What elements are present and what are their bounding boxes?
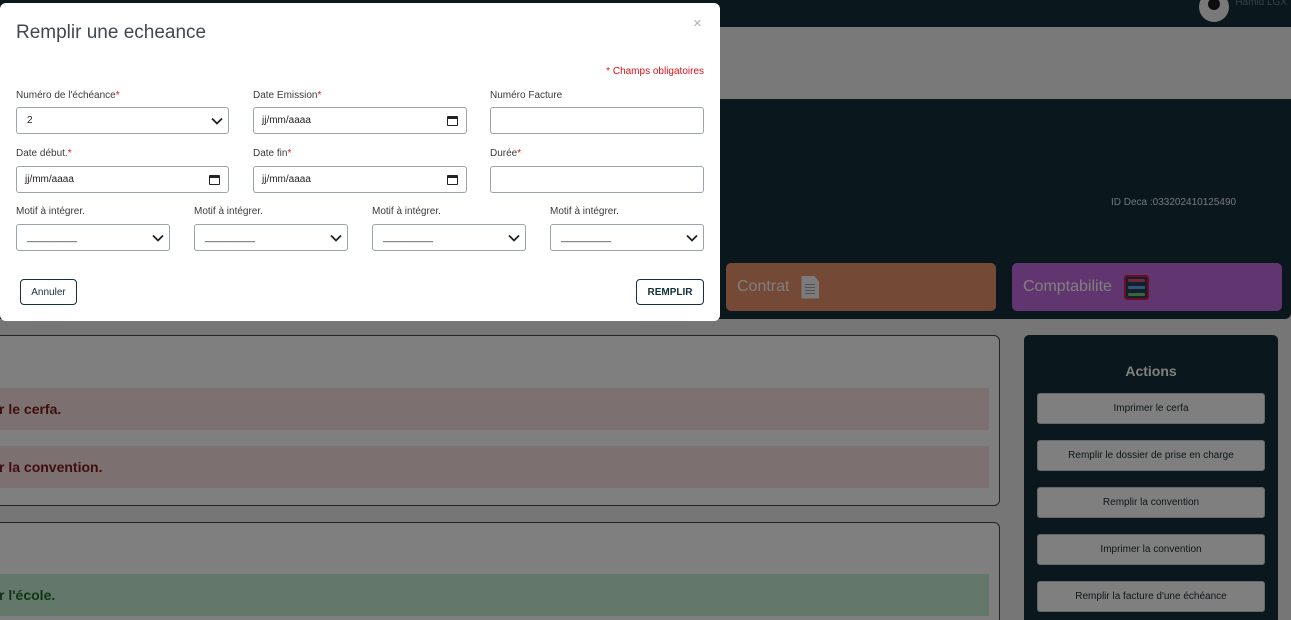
motif-4-select[interactable]: _________ — [550, 224, 704, 251]
required-star: * — [287, 148, 292, 159]
numero-echeance-label: Numéro de l'échéance* — [16, 90, 120, 101]
motif-2-select[interactable]: _________ — [194, 224, 348, 251]
calendar-icon[interactable] — [209, 174, 220, 185]
numero-echeance-select[interactable]: 2 — [16, 107, 229, 134]
motif-1-label: Motif à intégrer. — [16, 206, 85, 217]
close-icon[interactable]: × — [693, 16, 702, 31]
date-fin-label: Date fin* — [253, 148, 292, 159]
submit-button[interactable]: REMPLIR — [636, 279, 704, 305]
chevron-down-icon — [151, 231, 165, 245]
date-debut-value: jj/mm/aaaa — [25, 174, 74, 185]
motif-2-label: Motif à intégrer. — [194, 206, 263, 217]
motif-3-value: _________ — [383, 232, 434, 243]
date-emission-input[interactable]: jj/mm/aaaa — [253, 107, 467, 134]
motif-3-select[interactable]: _________ — [372, 224, 526, 251]
modal-title: Remplir une echeance — [16, 22, 207, 43]
numero-facture-input[interactable] — [490, 107, 704, 134]
duree-input[interactable] — [490, 166, 704, 193]
motif-4-label: Motif à intégrer. — [550, 206, 619, 217]
date-fin-input[interactable]: jj/mm/aaaa — [253, 166, 467, 193]
required-fields-note: * Champs obligatoires — [606, 66, 704, 77]
required-star: * — [317, 90, 322, 101]
calendar-icon[interactable] — [447, 115, 458, 126]
date-debut-input[interactable]: jj/mm/aaaa — [16, 166, 229, 193]
motif-4-value: _________ — [561, 232, 612, 243]
date-emission-label: Date Emission* — [253, 90, 322, 101]
required-star: * — [115, 90, 120, 101]
numero-facture-label: Numéro Facture — [490, 90, 563, 101]
chevron-down-icon — [507, 231, 521, 245]
cancel-button[interactable]: Annuler — [20, 279, 77, 305]
date-fin-value: jj/mm/aaaa — [262, 174, 311, 185]
fill-echeance-modal: Remplir une echeance × * Champs obligato… — [0, 3, 720, 321]
duree-label: Durée* — [490, 148, 522, 159]
calendar-icon[interactable] — [447, 174, 458, 185]
motif-2-value: _________ — [205, 232, 256, 243]
date-emission-value: jj/mm/aaaa — [262, 115, 311, 126]
motif-1-value: _________ — [27, 232, 78, 243]
chevron-down-icon — [210, 114, 224, 128]
motif-3-label: Motif à intégrer. — [372, 206, 441, 217]
motif-1-select[interactable]: _________ — [16, 224, 170, 251]
chevron-down-icon — [685, 231, 699, 245]
required-star: * — [517, 148, 522, 159]
date-debut-label: Date début.* — [16, 148, 72, 159]
chevron-down-icon — [329, 231, 343, 245]
numero-echeance-value: 2 — [27, 115, 33, 126]
required-star: * — [67, 148, 72, 159]
